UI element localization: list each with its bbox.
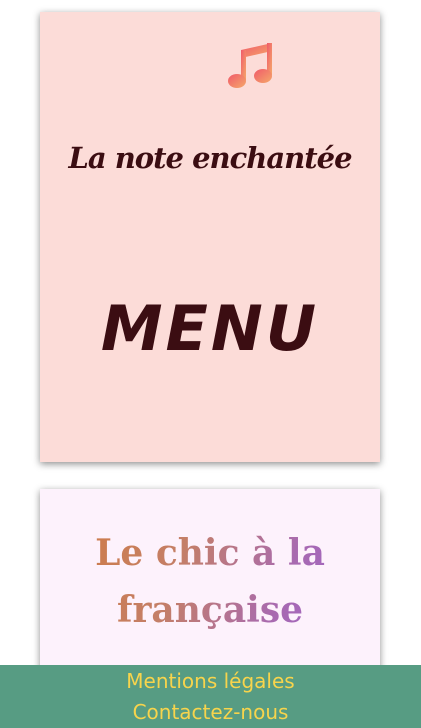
footer: Mentions légales Contactez-nous <box>0 665 421 728</box>
restaurant-name: La note enchantée <box>68 141 352 175</box>
menu-title: MENU <box>100 292 320 365</box>
page: La note enchantée MENU Le chic à la fran… <box>0 0 421 728</box>
legal-notice-link[interactable]: Mentions légales <box>0 666 421 697</box>
tagline: Le chic à la française <box>40 525 380 639</box>
header-card: La note enchantée MENU <box>40 12 380 462</box>
music-note-icon <box>228 43 272 88</box>
tagline-card: Le chic à la française <box>40 489 380 689</box>
contact-link[interactable]: Contactez-nous <box>0 697 421 728</box>
